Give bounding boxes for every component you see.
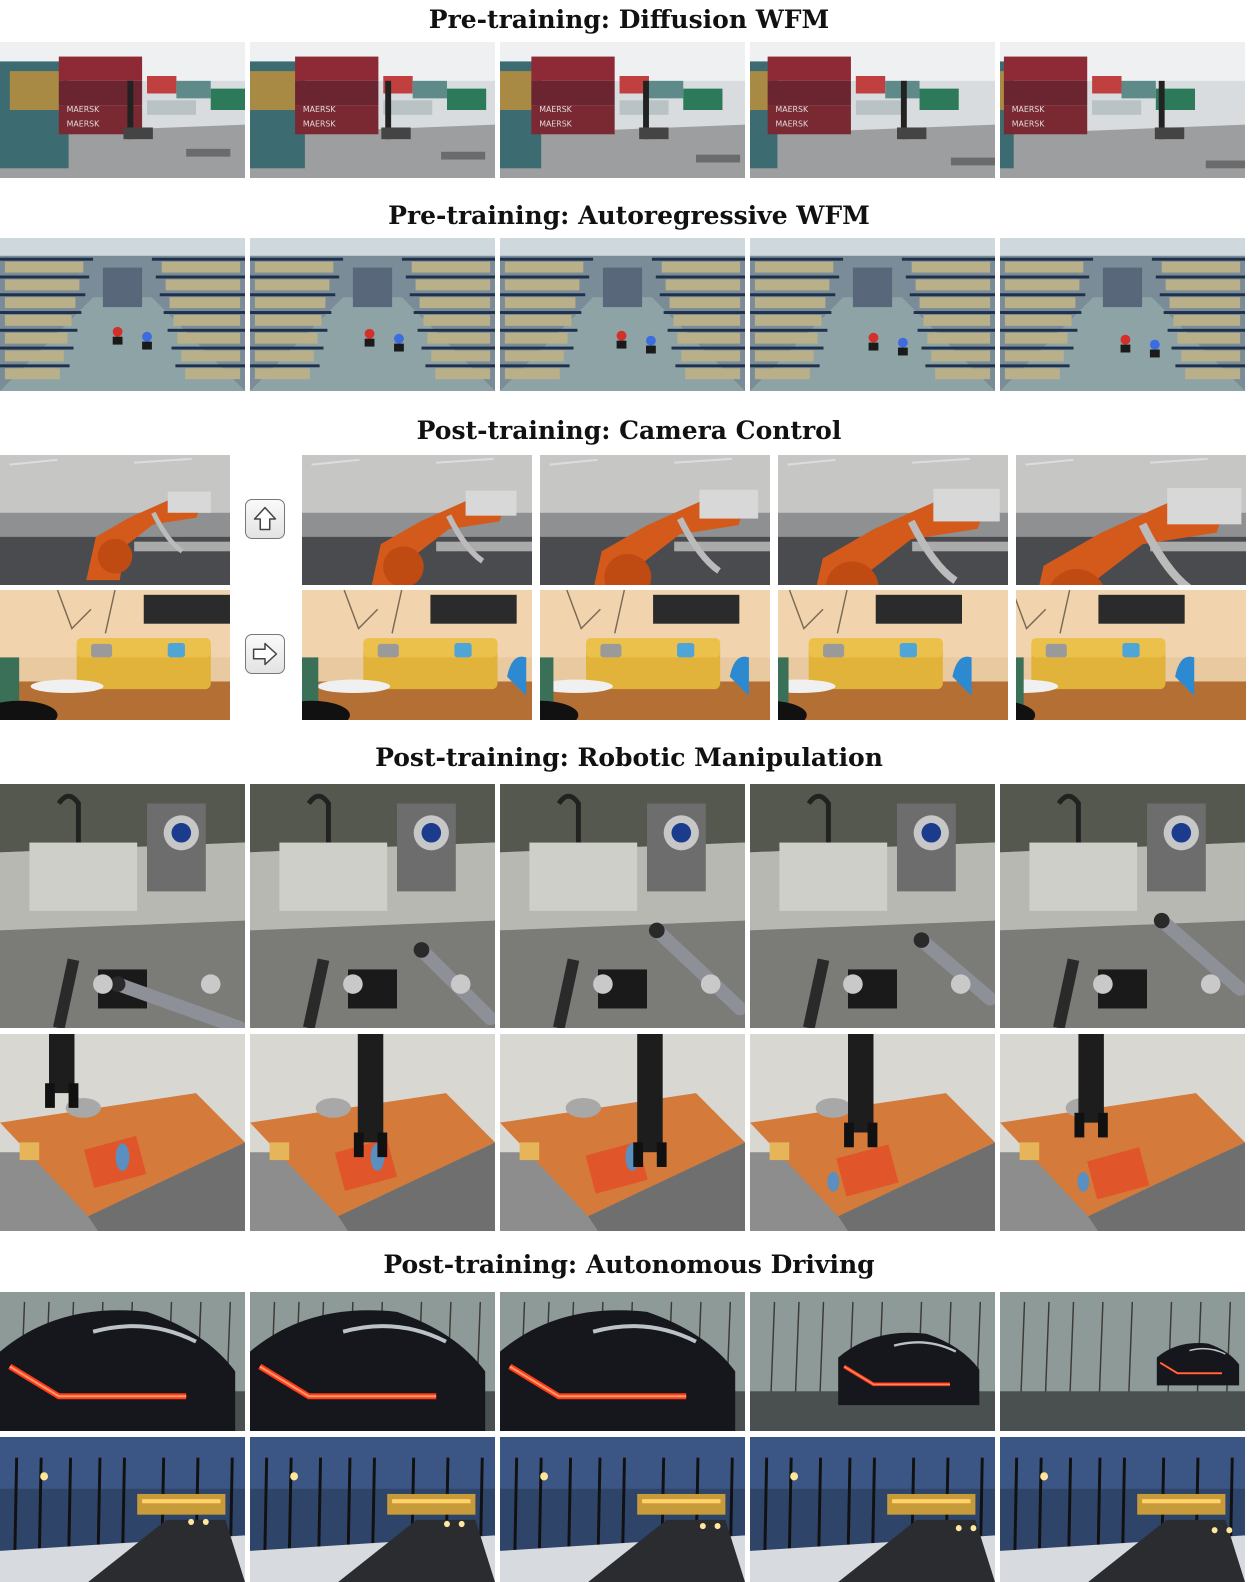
svg-text:MAERSK: MAERSK bbox=[1012, 120, 1046, 129]
section-title-robotic-manipulation: Post-training: Robotic Manipulation bbox=[375, 743, 883, 772]
svg-text:MAERSK: MAERSK bbox=[303, 120, 337, 129]
driving-frame bbox=[1000, 1437, 1245, 1582]
camera-output-frame bbox=[1016, 590, 1246, 720]
svg-text:MAERSK: MAERSK bbox=[1012, 105, 1046, 114]
driving-frame bbox=[750, 1437, 995, 1582]
diffusion-frame: MAERSK MAERSK bbox=[1000, 42, 1245, 178]
diffusion-frame: MAERSK MAERSK bbox=[0, 42, 245, 178]
camera-output-frame bbox=[778, 455, 1008, 585]
autoregressive-frame bbox=[750, 238, 995, 391]
svg-text:MAERSK: MAERSK bbox=[775, 120, 809, 129]
autoregressive-frame bbox=[1000, 238, 1245, 391]
section-title-autonomous-driving: Post-training: Autonomous Driving bbox=[383, 1250, 875, 1279]
manipulation-frame bbox=[0, 784, 245, 1028]
manipulation-frame bbox=[1000, 784, 1245, 1028]
driving-frame bbox=[250, 1292, 495, 1431]
svg-text:MAERSK: MAERSK bbox=[67, 120, 100, 129]
driving-frame bbox=[0, 1437, 245, 1582]
diffusion-frame: MAERSK MAERSK bbox=[250, 42, 495, 178]
camera-output-frame bbox=[540, 590, 770, 720]
manipulation-frame bbox=[250, 1034, 495, 1231]
autoregressive-frame bbox=[500, 238, 745, 391]
driving-frame bbox=[500, 1437, 745, 1582]
camera-input-frame bbox=[0, 590, 230, 720]
diffusion-frame: MAERSK MAERSK bbox=[750, 42, 995, 178]
svg-text:MAERSK: MAERSK bbox=[303, 105, 337, 114]
autoregressive-frame bbox=[0, 238, 245, 391]
camera-output-frame bbox=[540, 455, 770, 585]
diffusion-frame: MAERSK MAERSK bbox=[500, 42, 745, 178]
camera-input-frame bbox=[0, 455, 230, 585]
right-arrow-button bbox=[245, 634, 285, 674]
driving-frame bbox=[750, 1292, 995, 1431]
driving-frame bbox=[500, 1292, 745, 1431]
section-title-autoregressive: Pre-training: Autoregressive WFM bbox=[388, 201, 870, 230]
up-arrow-button bbox=[245, 499, 285, 539]
camera-output-frame bbox=[1016, 455, 1246, 585]
manipulation-frame bbox=[500, 784, 745, 1028]
camera-output-frame bbox=[778, 590, 1008, 720]
right-arrow-icon bbox=[252, 642, 278, 666]
svg-text:MAERSK: MAERSK bbox=[67, 105, 100, 114]
manipulation-frame bbox=[1000, 1034, 1245, 1231]
section-title-diffusion: Pre-training: Diffusion WFM bbox=[428, 5, 830, 34]
camera-output-frame bbox=[302, 590, 532, 720]
svg-text:MAERSK: MAERSK bbox=[539, 105, 572, 114]
manipulation-frame bbox=[750, 1034, 995, 1231]
driving-frame bbox=[250, 1437, 495, 1582]
manipulation-frame bbox=[500, 1034, 745, 1231]
section-title-camera-control: Post-training: Camera Control bbox=[416, 416, 842, 445]
manipulation-frame bbox=[250, 784, 495, 1028]
up-arrow-icon bbox=[253, 506, 277, 531]
svg-text:MAERSK: MAERSK bbox=[539, 120, 572, 129]
camera-output-frame bbox=[302, 455, 532, 585]
manipulation-frame bbox=[750, 784, 995, 1028]
manipulation-frame bbox=[0, 1034, 245, 1231]
autoregressive-frame bbox=[250, 238, 495, 391]
svg-text:MAERSK: MAERSK bbox=[775, 105, 809, 114]
driving-frame bbox=[1000, 1292, 1245, 1431]
driving-frame bbox=[0, 1292, 245, 1431]
